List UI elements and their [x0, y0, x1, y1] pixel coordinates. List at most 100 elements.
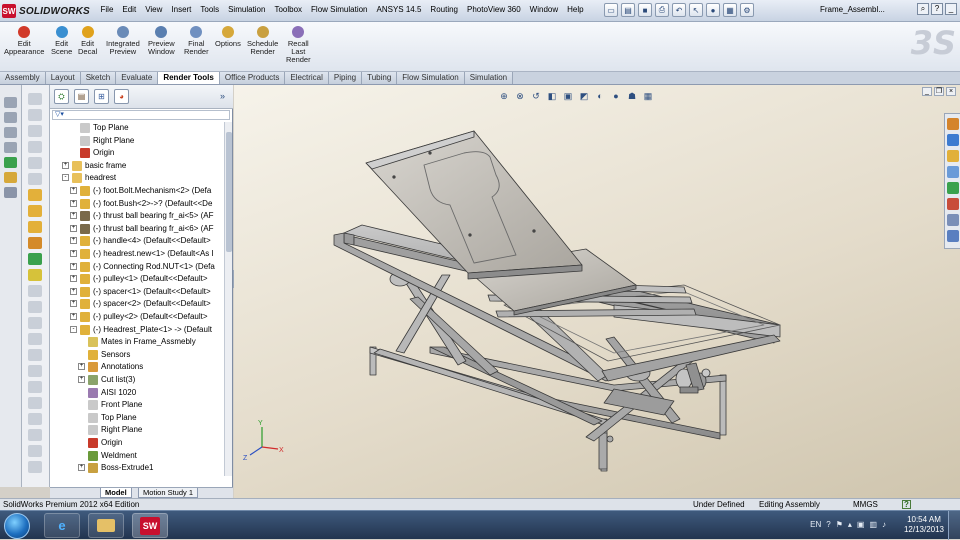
display-manager-tab-icon[interactable]: ◕	[114, 89, 129, 104]
tree-item[interactable]: + (-) foot.Bush<2>->? (Default<<De	[50, 198, 224, 211]
final-render-button[interactable]: Final Render	[184, 26, 209, 56]
status-help-icon[interactable]: ?	[902, 500, 911, 509]
assembly-tool-icon[interactable]	[28, 93, 42, 105]
property-manager-tab-icon[interactable]: ▤	[74, 89, 89, 104]
tree-item[interactable]: + (-) Connecting Rod.NUT<1> (Defa	[50, 261, 224, 274]
tree-item[interactable]: + (-) thrust ball bearing fr_ai<6> (AF	[50, 223, 224, 236]
tree-item[interactable]: Weldment	[50, 450, 224, 463]
expand-icon[interactable]: +	[70, 199, 77, 207]
assembly-tool-icon[interactable]	[28, 445, 42, 457]
open-icon[interactable]: ▤	[621, 3, 635, 17]
tree-item[interactable]: - (-) Headrest_Plate<1> -> (Default	[50, 324, 224, 337]
menu-tools[interactable]: Tools	[196, 5, 224, 14]
integrated-preview-button[interactable]: Integrated Preview	[106, 26, 140, 56]
tree-item[interactable]: Right Plane	[50, 135, 224, 148]
scrollbar-thumb[interactable]	[226, 132, 232, 252]
collapse-icon[interactable]: -	[70, 325, 77, 333]
tree-item[interactable]: + (-) handle<4> (Default<<Default>	[50, 235, 224, 248]
tray-app-icon[interactable]: ▣	[857, 520, 865, 529]
start-button[interactable]	[4, 513, 30, 539]
volume-icon[interactable]: ♪	[882, 520, 886, 529]
tab-sketch[interactable]: Sketch	[80, 72, 117, 84]
tab-simulation[interactable]: Simulation	[464, 72, 514, 84]
minimize-icon[interactable]: _	[945, 3, 957, 15]
menu-file[interactable]: File	[96, 5, 118, 14]
menu-insert[interactable]: Insert	[167, 5, 196, 14]
search-icon[interactable]: ⌕	[917, 3, 929, 15]
assembly-tool-icon[interactable]	[28, 269, 42, 281]
assembly-tool-icon[interactable]	[28, 413, 42, 425]
appearance-button[interactable]: Edit Appearance	[4, 26, 44, 56]
assembly-tool-icon[interactable]	[28, 397, 42, 409]
tree-item[interactable]: + basic frame	[50, 160, 224, 173]
cosmetic-thread-icon[interactable]	[4, 187, 17, 198]
smart-fastener-icon[interactable]	[4, 172, 17, 183]
expand-icon[interactable]: +	[78, 464, 85, 472]
assembly-tool-icon[interactable]	[28, 349, 42, 361]
tree-item[interactable]: Origin	[50, 147, 224, 160]
tree-item[interactable]: Origin	[50, 437, 224, 450]
assembly-tool-icon[interactable]	[28, 301, 42, 313]
scene-button[interactable]: Edit Scene	[51, 26, 72, 56]
line-icon[interactable]	[4, 127, 17, 138]
help-icon[interactable]: ?	[931, 3, 943, 15]
expand-icon[interactable]: +	[78, 363, 85, 371]
assembly-tool-icon[interactable]	[28, 189, 42, 201]
tab-tubing[interactable]: Tubing	[362, 72, 398, 84]
sketch-icon[interactable]	[4, 112, 17, 123]
taskbar-explorer-icon[interactable]	[88, 513, 124, 538]
print-icon[interactable]: ⎙	[655, 3, 669, 17]
expand-panel-icon[interactable]: »	[220, 91, 225, 101]
expand-icon[interactable]: +	[70, 275, 77, 283]
tab-office-products[interactable]: Office Products	[219, 72, 286, 84]
menu-routing[interactable]: Routing	[426, 5, 463, 14]
tab-layout[interactable]: Layout	[45, 72, 81, 84]
menu-window[interactable]: Window	[525, 5, 562, 14]
tray-flag-icon[interactable]: ⚑	[836, 520, 843, 529]
tab-evaluate[interactable]: Evaluate	[116, 72, 159, 84]
tree-item[interactable]: + (-) thrust ball bearing fr_ai<5> (AF	[50, 210, 224, 223]
assembly-tool-icon[interactable]	[28, 429, 42, 441]
network-icon[interactable]: ▥	[869, 520, 877, 529]
undo-icon[interactable]: ↶	[672, 3, 686, 17]
taskbar-solidworks-icon[interactable]: SW	[132, 513, 168, 538]
tree-filter[interactable]: ▽▾	[52, 110, 230, 120]
tree-item[interactable]: + (-) foot.Bolt.Mechanism<2> (Defa	[50, 185, 224, 198]
tray-help-icon[interactable]: ?	[826, 520, 830, 529]
language-indicator[interactable]: EN	[810, 520, 821, 529]
tab-electrical[interactable]: Electrical	[285, 72, 329, 84]
recall-render-button[interactable]: Recall Last Render	[286, 26, 311, 64]
expand-icon[interactable]: +	[70, 187, 77, 194]
solidworks-logo[interactable]: SW SOLIDWORKS	[2, 3, 90, 19]
assembly-tool-icon[interactable]	[28, 205, 42, 217]
assembly-tool-icon[interactable]	[28, 381, 42, 393]
tree-item[interactable]: Sensors	[50, 349, 224, 362]
menu-edit[interactable]: Edit	[118, 5, 141, 14]
tree-item[interactable]: + (-) pulley<2> (Default<<Default>	[50, 311, 224, 324]
bottom-tab-model[interactable]: Model	[100, 488, 132, 498]
taskbar-ie-icon[interactable]: e	[44, 513, 80, 538]
expand-icon[interactable]: +	[70, 300, 77, 308]
tree-item[interactable]: + (-) pulley<1> (Default<<Default>	[50, 273, 224, 286]
assembly-tool-icon[interactable]	[28, 333, 42, 345]
tree-item[interactable]: Top Plane	[50, 122, 224, 135]
file-explorer-icon[interactable]	[947, 150, 959, 162]
menu-ansys-14-5[interactable]: ANSYS 14.5	[372, 5, 426, 14]
tab-render-tools[interactable]: Render Tools	[158, 72, 220, 84]
bed-frame-model[interactable]: Y X Z	[234, 85, 960, 498]
custom-properties-icon[interactable]	[947, 214, 959, 226]
options-gear-icon[interactable]: ⚙	[740, 3, 754, 17]
tree-scrollbar[interactable]	[224, 122, 232, 476]
assembly-tool-icon[interactable]	[28, 157, 42, 169]
save-icon[interactable]: ■	[638, 3, 652, 17]
assembly-tool-icon[interactable]	[28, 221, 42, 233]
show-desktop-button[interactable]	[948, 511, 960, 540]
expand-icon[interactable]: +	[78, 376, 85, 383]
tree-item[interactable]: + (-) headrest.new<1> (Default<As I	[50, 248, 224, 261]
decal-button[interactable]: Edit Decal	[78, 26, 97, 56]
assembly-tool-icon[interactable]	[28, 317, 42, 329]
tab-piping[interactable]: Piping	[328, 72, 363, 84]
assembly-tool-icon[interactable]	[28, 461, 42, 473]
assembly-tool-icon[interactable]	[28, 285, 42, 297]
expand-icon[interactable]: +	[70, 212, 77, 220]
